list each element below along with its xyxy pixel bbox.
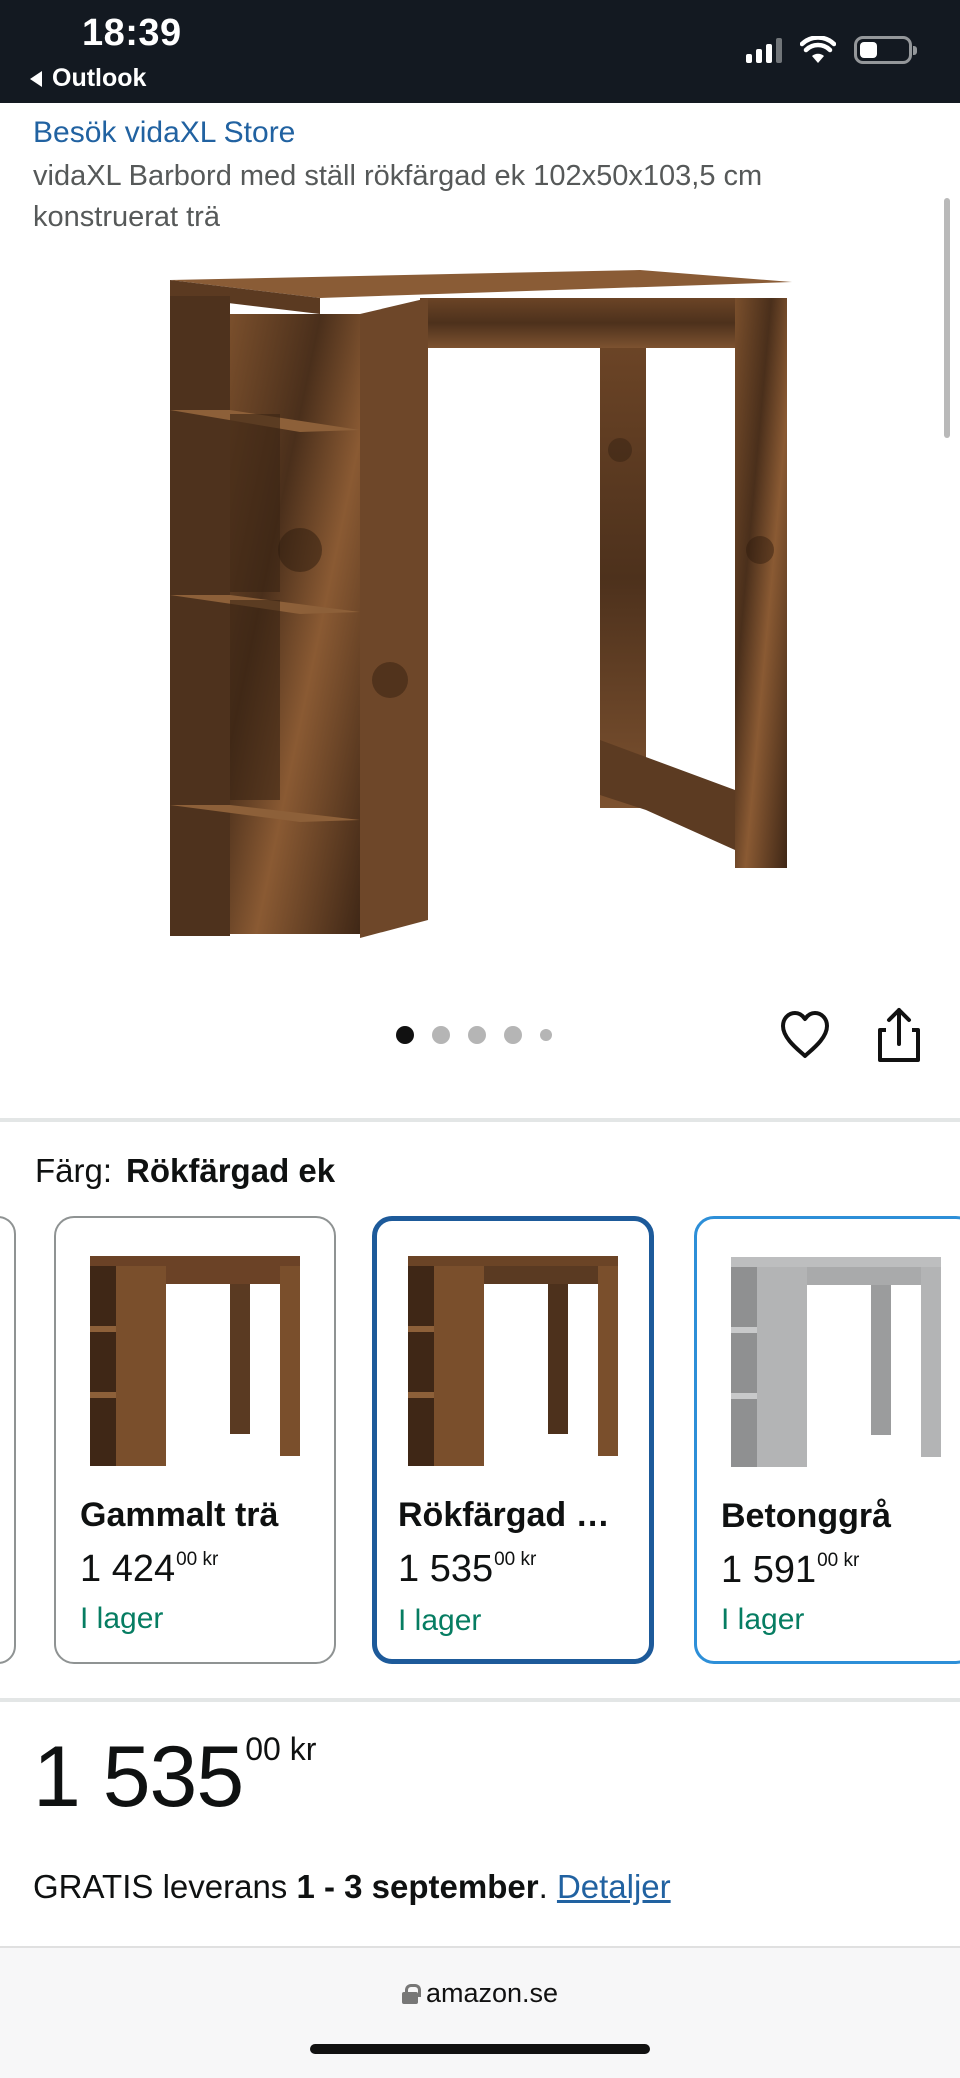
wifi-icon (800, 36, 836, 63)
variant-price-cents: 00 (176, 1549, 198, 1570)
variant-swatch[interactable]: Betonggrå 1 59100 kr I lager (694, 1216, 960, 1664)
product-title: vidaXL Barbord med ställ rökfärgad ek 10… (33, 160, 763, 233)
variant-thumbnail (90, 1256, 300, 1466)
product-image[interactable] (160, 250, 800, 940)
delivery-details-link[interactable]: Detaljer (557, 1868, 671, 1905)
delivery-prefix: GRATIS leverans (33, 1868, 288, 1905)
carousel-dot[interactable] (504, 1026, 522, 1044)
cellular-signal-icon (746, 37, 782, 63)
variant-name: Rökfärgad … (398, 1496, 610, 1534)
url-text: amazon.se (425, 1978, 559, 2008)
visit-store-link[interactable]: Besök vidaXL Store (33, 116, 295, 150)
variant-name: Gammalt trä (80, 1496, 279, 1534)
variant-price: 1 53500 kr (398, 1548, 536, 1591)
section-divider (0, 1698, 960, 1702)
variant-stock: I lager (721, 1603, 805, 1636)
variant-swatch-partial[interactable] (0, 1216, 16, 1664)
price-currency: kr (289, 1731, 317, 1767)
back-to-app-button[interactable]: Outlook (30, 64, 146, 93)
share-icon[interactable] (872, 1006, 926, 1064)
variant-stock: I lager (398, 1604, 482, 1637)
color-selector-label: Färg: Rökfärgad ek (35, 1152, 335, 1190)
address-field[interactable]: amazon.se (0, 1978, 960, 2009)
price-main: 1 535 (33, 1729, 244, 1825)
carousel-dot[interactable] (540, 1029, 552, 1041)
battery-icon (854, 36, 917, 64)
back-arrow-icon (30, 70, 42, 87)
variant-price: 1 42400 kr (80, 1548, 218, 1591)
delivery-dates: 1 - 3 september (296, 1868, 539, 1905)
variant-price-main: 1 591 (721, 1549, 817, 1591)
delivery-info: GRATIS leverans 1 - 3 september. Detalje… (33, 1868, 671, 1906)
color-selected-value: Rökfärgad ek (126, 1152, 336, 1189)
price-cents: 00 (245, 1731, 281, 1767)
variant-price-currency: kr (202, 1549, 219, 1570)
product-price: 1 53500 kr (33, 1728, 316, 1827)
variant-price-currency: kr (520, 1549, 537, 1570)
carousel-dot[interactable] (468, 1026, 486, 1044)
page-scrollbar[interactable] (944, 198, 950, 438)
home-indicator[interactable] (310, 2044, 650, 2054)
browser-url-bar[interactable]: amazon.se (0, 1946, 960, 2078)
variant-name: Betonggrå (721, 1497, 891, 1535)
back-to-app-label: Outlook (52, 64, 147, 92)
status-bar: 18:39 Outlook (0, 0, 960, 103)
carousel-dot[interactable] (432, 1026, 450, 1044)
variant-price-main: 1 424 (80, 1548, 176, 1590)
lock-icon (401, 1983, 421, 2004)
variant-price: 1 59100 kr (721, 1549, 859, 1592)
image-carousel-dots[interactable] (396, 1026, 552, 1044)
variant-swatch-selected[interactable]: Rökfärgad … 1 53500 kr I lager (372, 1216, 654, 1664)
variant-price-main: 1 535 (398, 1548, 494, 1590)
variant-price-cents: 00 (817, 1550, 839, 1571)
heart-icon[interactable] (778, 1008, 832, 1062)
status-icons (746, 36, 917, 64)
delivery-suffix: . (538, 1868, 548, 1905)
variant-thumbnail (731, 1257, 941, 1467)
section-divider (0, 1118, 960, 1122)
variant-swatch[interactable]: Gammalt trä 1 42400 kr I lager (54, 1216, 336, 1664)
carousel-dot[interactable] (396, 1026, 414, 1044)
variant-price-cents: 00 (494, 1549, 516, 1570)
variant-price-currency: kr (843, 1550, 860, 1571)
variant-stock: I lager (80, 1602, 164, 1635)
clock: 18:39 (82, 12, 182, 54)
variant-thumbnail (408, 1256, 618, 1466)
color-label-key: Färg: (35, 1152, 113, 1189)
